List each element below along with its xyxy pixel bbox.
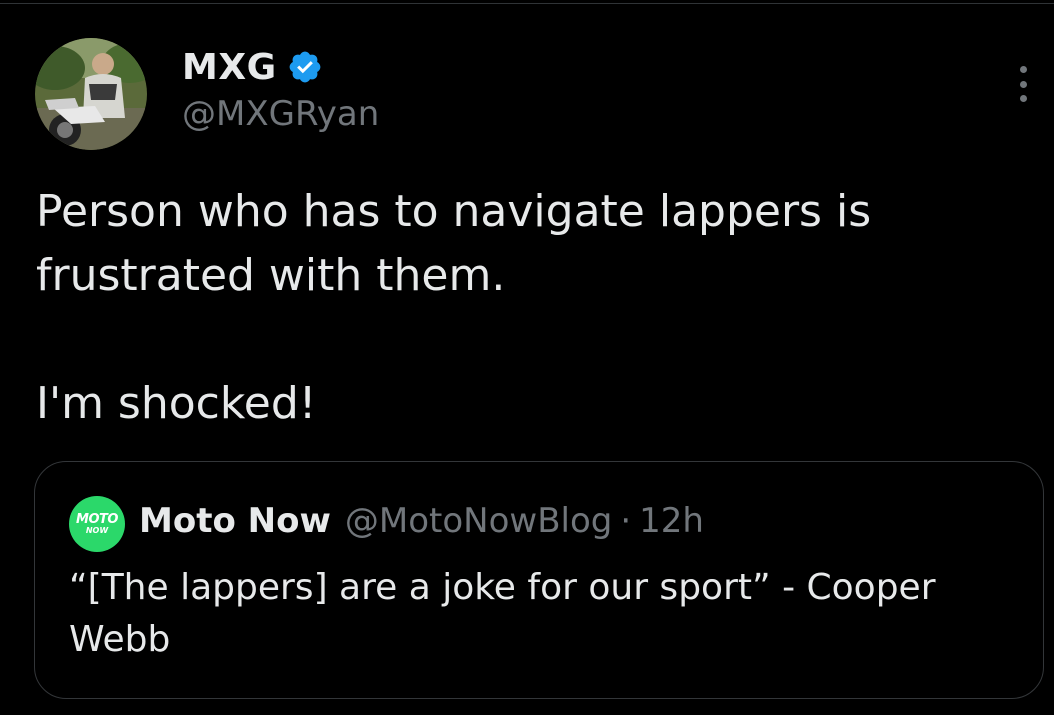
more-dot (1019, 80, 1027, 88)
quoted-tweet-card[interactable]: MOTO NOW Moto Now @MotoNowBlog · 12h “[T… (34, 461, 1044, 699)
quoted-author-handle[interactable]: @MotoNowBlog (345, 501, 612, 541)
quoted-author-display-name[interactable]: Moto Now (139, 501, 331, 541)
quoted-tweet-header: Moto Now @MotoNowBlog · 12h (139, 498, 704, 544)
quoted-tweet-text: “[The lappers] are a joke for our sport”… (69, 567, 936, 660)
quoted-author-avatar[interactable]: MOTO NOW (69, 496, 125, 552)
more-options-icon[interactable] (1008, 62, 1038, 106)
more-dot (1019, 95, 1027, 102)
tweet-text: Person who has to navigate lappers is fr… (36, 180, 996, 436)
top-divider (0, 3, 1054, 4)
tweet-text-paragraph: Person who has to navigate lappers is fr… (36, 186, 872, 301)
author-avatar[interactable] (35, 38, 147, 150)
author-display-name[interactable]: MXG (182, 47, 277, 88)
author-handle[interactable]: @MXGRyan (182, 94, 379, 134)
quoted-avatar-logo-subtext: NOW (85, 526, 109, 535)
author-avatar-image (35, 38, 147, 150)
verified-badge-icon (289, 51, 321, 83)
quoted-tweet-timestamp[interactable]: 12h (639, 501, 704, 541)
tweet-text-paragraph: I'm shocked! (36, 378, 317, 429)
more-dot (1019, 66, 1027, 73)
quoted-avatar-logo-text: MOTO (76, 512, 118, 527)
quoted-header-separator: · (620, 501, 632, 541)
author-name-row: MXG (182, 44, 323, 90)
